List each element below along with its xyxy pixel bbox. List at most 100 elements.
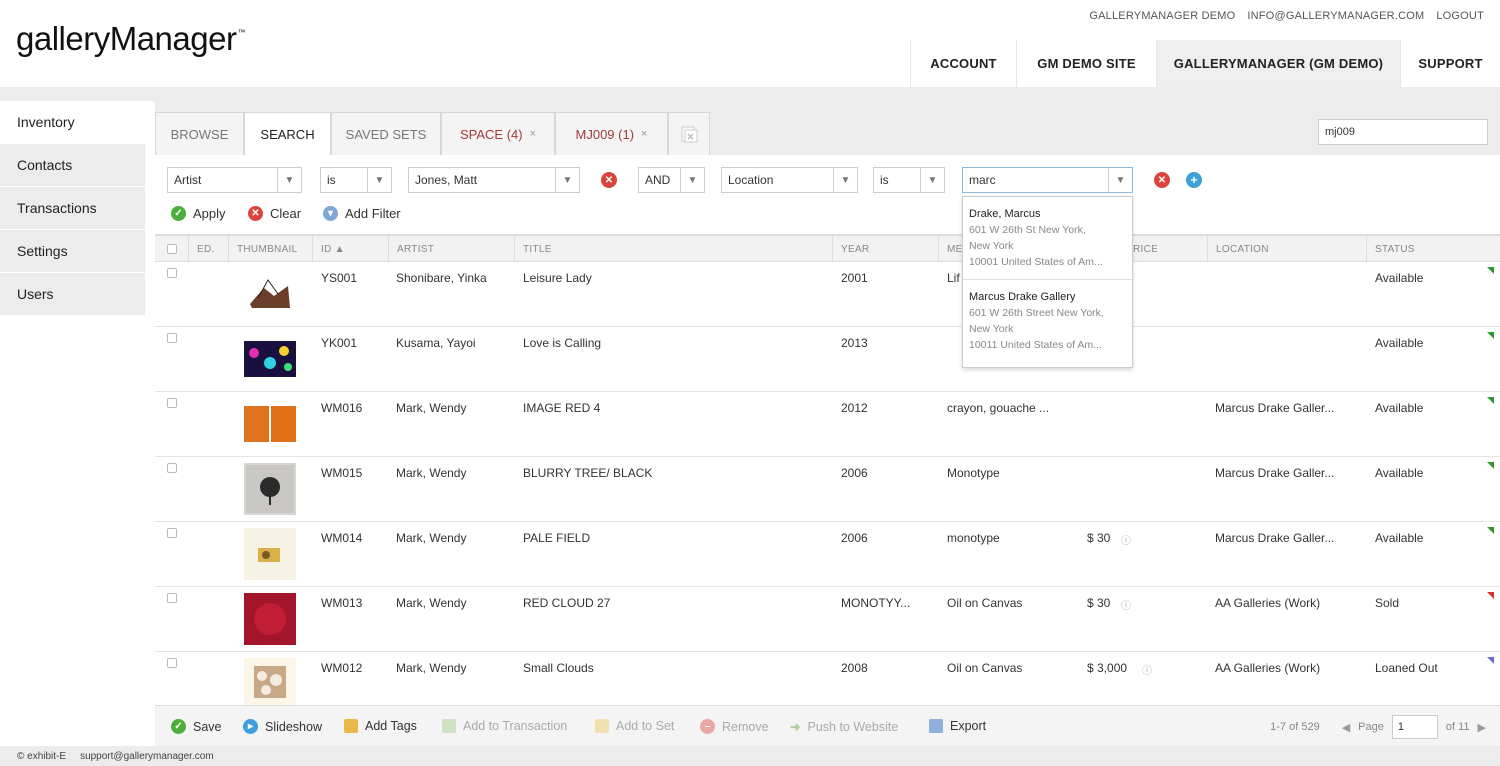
add-filter-button[interactable]: ▾ Add Filter (323, 206, 401, 221)
support-email[interactable]: support@gallerymanager.com (80, 751, 214, 766)
remove-filter-2-icon[interactable]: ✕ (1154, 172, 1170, 188)
save-button[interactable]: ✓ Save (171, 719, 222, 734)
artwork-thumbnail[interactable] (244, 463, 296, 515)
tab-browse[interactable]: BROWSE (155, 112, 244, 155)
filter-conjunction-value: AND (645, 173, 671, 187)
sidebar-item-users[interactable]: Users (0, 273, 145, 316)
col-year[interactable]: YEAR (832, 236, 938, 262)
autocomplete-option[interactable]: Drake, Marcus 601 W 26th St New York, Ne… (963, 197, 1132, 270)
sidebar-item-inventory[interactable]: Inventory (0, 101, 145, 144)
nav-support[interactable]: SUPPORT (1400, 40, 1500, 87)
filter-field-1[interactable]: Artist ▼ (167, 167, 302, 193)
cell-title: Leisure Lady (523, 271, 592, 285)
main-nav: ACCOUNT GM DEMO SITE GALLERYMANAGER (GM … (910, 40, 1500, 87)
cell-medium: monotype (947, 531, 1000, 545)
filter-conjunction[interactable]: AND ▼ (638, 167, 705, 193)
push-to-website-button[interactable]: ➜ Push to Website (790, 719, 898, 735)
chevron-down-icon: ▼ (277, 168, 301, 192)
info-icon[interactable]: ⓘ (1121, 532, 1131, 547)
link-account-name[interactable]: GALLERYMANAGER DEMO (1089, 10, 1235, 22)
cell-price: $ 30 (1087, 596, 1111, 610)
link-email[interactable]: INFO@GALLERYMANAGER.COM (1247, 10, 1424, 22)
filter-value-1[interactable]: Jones, Matt ▼ (408, 167, 580, 193)
filter-field-2[interactable]: Location ▼ (721, 167, 858, 193)
tab-saved-sets[interactable]: SAVED SETS (331, 112, 441, 155)
table-row[interactable]: WM013 Mark, Wendy RED CLOUD 27 MONOTYY... Oi… (155, 587, 1500, 652)
row-checkbox[interactable] (167, 593, 177, 603)
col-id[interactable]: ID ▲ (312, 236, 388, 262)
close-icon[interactable]: × (530, 128, 536, 140)
prev-page-icon[interactable]: ◀ (1342, 721, 1350, 734)
artwork-thumbnail[interactable] (244, 398, 296, 450)
cell-id: YS001 (321, 271, 358, 285)
row-checkbox[interactable] (167, 398, 177, 408)
add-tags-button[interactable]: Add Tags (344, 719, 417, 733)
nav-gallerymanager-gm-demo[interactable]: GALLERYMANAGER (GM DEMO) (1156, 40, 1400, 87)
add-filter-plus-icon[interactable]: + (1186, 172, 1202, 188)
page-input[interactable] (1391, 715, 1438, 739)
tab-mj009[interactable]: MJ009 (1) × (555, 112, 668, 155)
tab-bar: BROWSE SEARCH SAVED SETS SPACE (4) × MJ00… (155, 101, 1500, 156)
col-thumbnail[interactable]: THUMBNAIL (228, 236, 312, 262)
option-name: Marcus Drake Gallery (969, 291, 1076, 303)
artwork-thumbnail[interactable] (244, 268, 296, 320)
row-checkbox[interactable] (167, 528, 177, 538)
trademark: ™ (237, 28, 245, 37)
sidebar-item-transactions[interactable]: Transactions (0, 187, 145, 230)
col-artist[interactable]: ARTIST (388, 236, 514, 262)
clear-button[interactable]: ✕ Clear (248, 206, 301, 221)
remove-filter-1-icon[interactable]: ✕ (601, 172, 617, 188)
page-label: Page (1358, 721, 1384, 733)
quick-search-input[interactable] (1318, 119, 1488, 145)
info-icon[interactable]: ⓘ (1121, 597, 1131, 612)
autocomplete-option[interactable]: Marcus Drake Gallery 601 W 26th Street N… (963, 280, 1132, 353)
filter-operator-2[interactable]: is ▼ (873, 167, 945, 193)
sidebar-item-settings[interactable]: Settings (0, 230, 145, 273)
slideshow-button[interactable]: ▸ Slideshow (243, 719, 322, 734)
cell-status: Available (1375, 531, 1424, 545)
row-checkbox[interactable] (167, 268, 177, 278)
export-button[interactable]: Export (929, 719, 986, 733)
artwork-thumbnail[interactable] (244, 333, 296, 385)
logo[interactable]: galleryManager™ (16, 20, 245, 58)
select-all-checkbox[interactable] (155, 236, 188, 262)
col-ed[interactable]: ED. (188, 236, 228, 262)
add-to-set-button[interactable]: Add to Set (595, 719, 674, 733)
cell-artist: Mark, Wendy (396, 661, 467, 675)
table-row[interactable]: YS001 Shonibare, Yinka Leisure Lady 2001 Lif… (155, 262, 1500, 327)
filter-operator-1[interactable]: is ▼ (320, 167, 392, 193)
filter-value-2-input[interactable]: marc ▼ (962, 167, 1133, 193)
next-page-icon[interactable]: ▶ (1478, 721, 1486, 734)
row-checkbox[interactable] (167, 333, 177, 343)
info-icon[interactable]: ⓘ (1142, 662, 1152, 677)
sidebar-item-contacts[interactable]: Contacts (0, 144, 145, 187)
artwork-thumbnail[interactable] (244, 593, 296, 645)
tab-close-all[interactable] (668, 112, 710, 155)
col-location[interactable]: LOCATION (1207, 236, 1366, 262)
tab-search[interactable]: SEARCH (244, 112, 331, 156)
table-row[interactable]: YK001 Kusama, Yayoi Love is Calling 2013 Ava… (155, 327, 1500, 392)
cell-id: WM012 (321, 661, 363, 675)
col-status[interactable]: STATUS (1366, 236, 1500, 262)
remove-button[interactable]: – Remove (700, 719, 769, 734)
artwork-thumbnail[interactable] (244, 658, 296, 710)
artwork-thumbnail[interactable] (244, 528, 296, 580)
cell-title: Love is Calling (523, 336, 602, 350)
link-logout[interactable]: LOGOUT (1436, 10, 1484, 22)
col-title[interactable]: TITLE (514, 236, 832, 262)
arrow-right-icon: ➜ (790, 720, 801, 734)
table-row[interactable]: WM014 Mark, Wendy PALE FIELD 2006 monotype $ … (155, 522, 1500, 587)
close-icon[interactable]: × (641, 128, 647, 140)
cell-title: IMAGE RED 4 (523, 401, 601, 415)
row-checkbox[interactable] (167, 658, 177, 668)
copyright: © exhibit-E (17, 751, 67, 762)
row-checkbox[interactable] (167, 463, 177, 473)
table-row[interactable]: WM015 Mark, Wendy BLURRY TREE/ BLACK 2006 Mo… (155, 457, 1500, 522)
nav-account[interactable]: ACCOUNT (910, 40, 1016, 87)
cell-artist: Mark, Wendy (396, 531, 467, 545)
nav-gm-demo-site[interactable]: GM DEMO SITE (1016, 40, 1156, 87)
add-to-transaction-button[interactable]: Add to Transaction (442, 719, 567, 733)
table-row[interactable]: WM016 Mark, Wendy IMAGE RED 4 2012 crayon, g… (155, 392, 1500, 457)
apply-button[interactable]: ✓ Apply (171, 206, 226, 221)
tab-space[interactable]: SPACE (4) × (441, 112, 555, 155)
